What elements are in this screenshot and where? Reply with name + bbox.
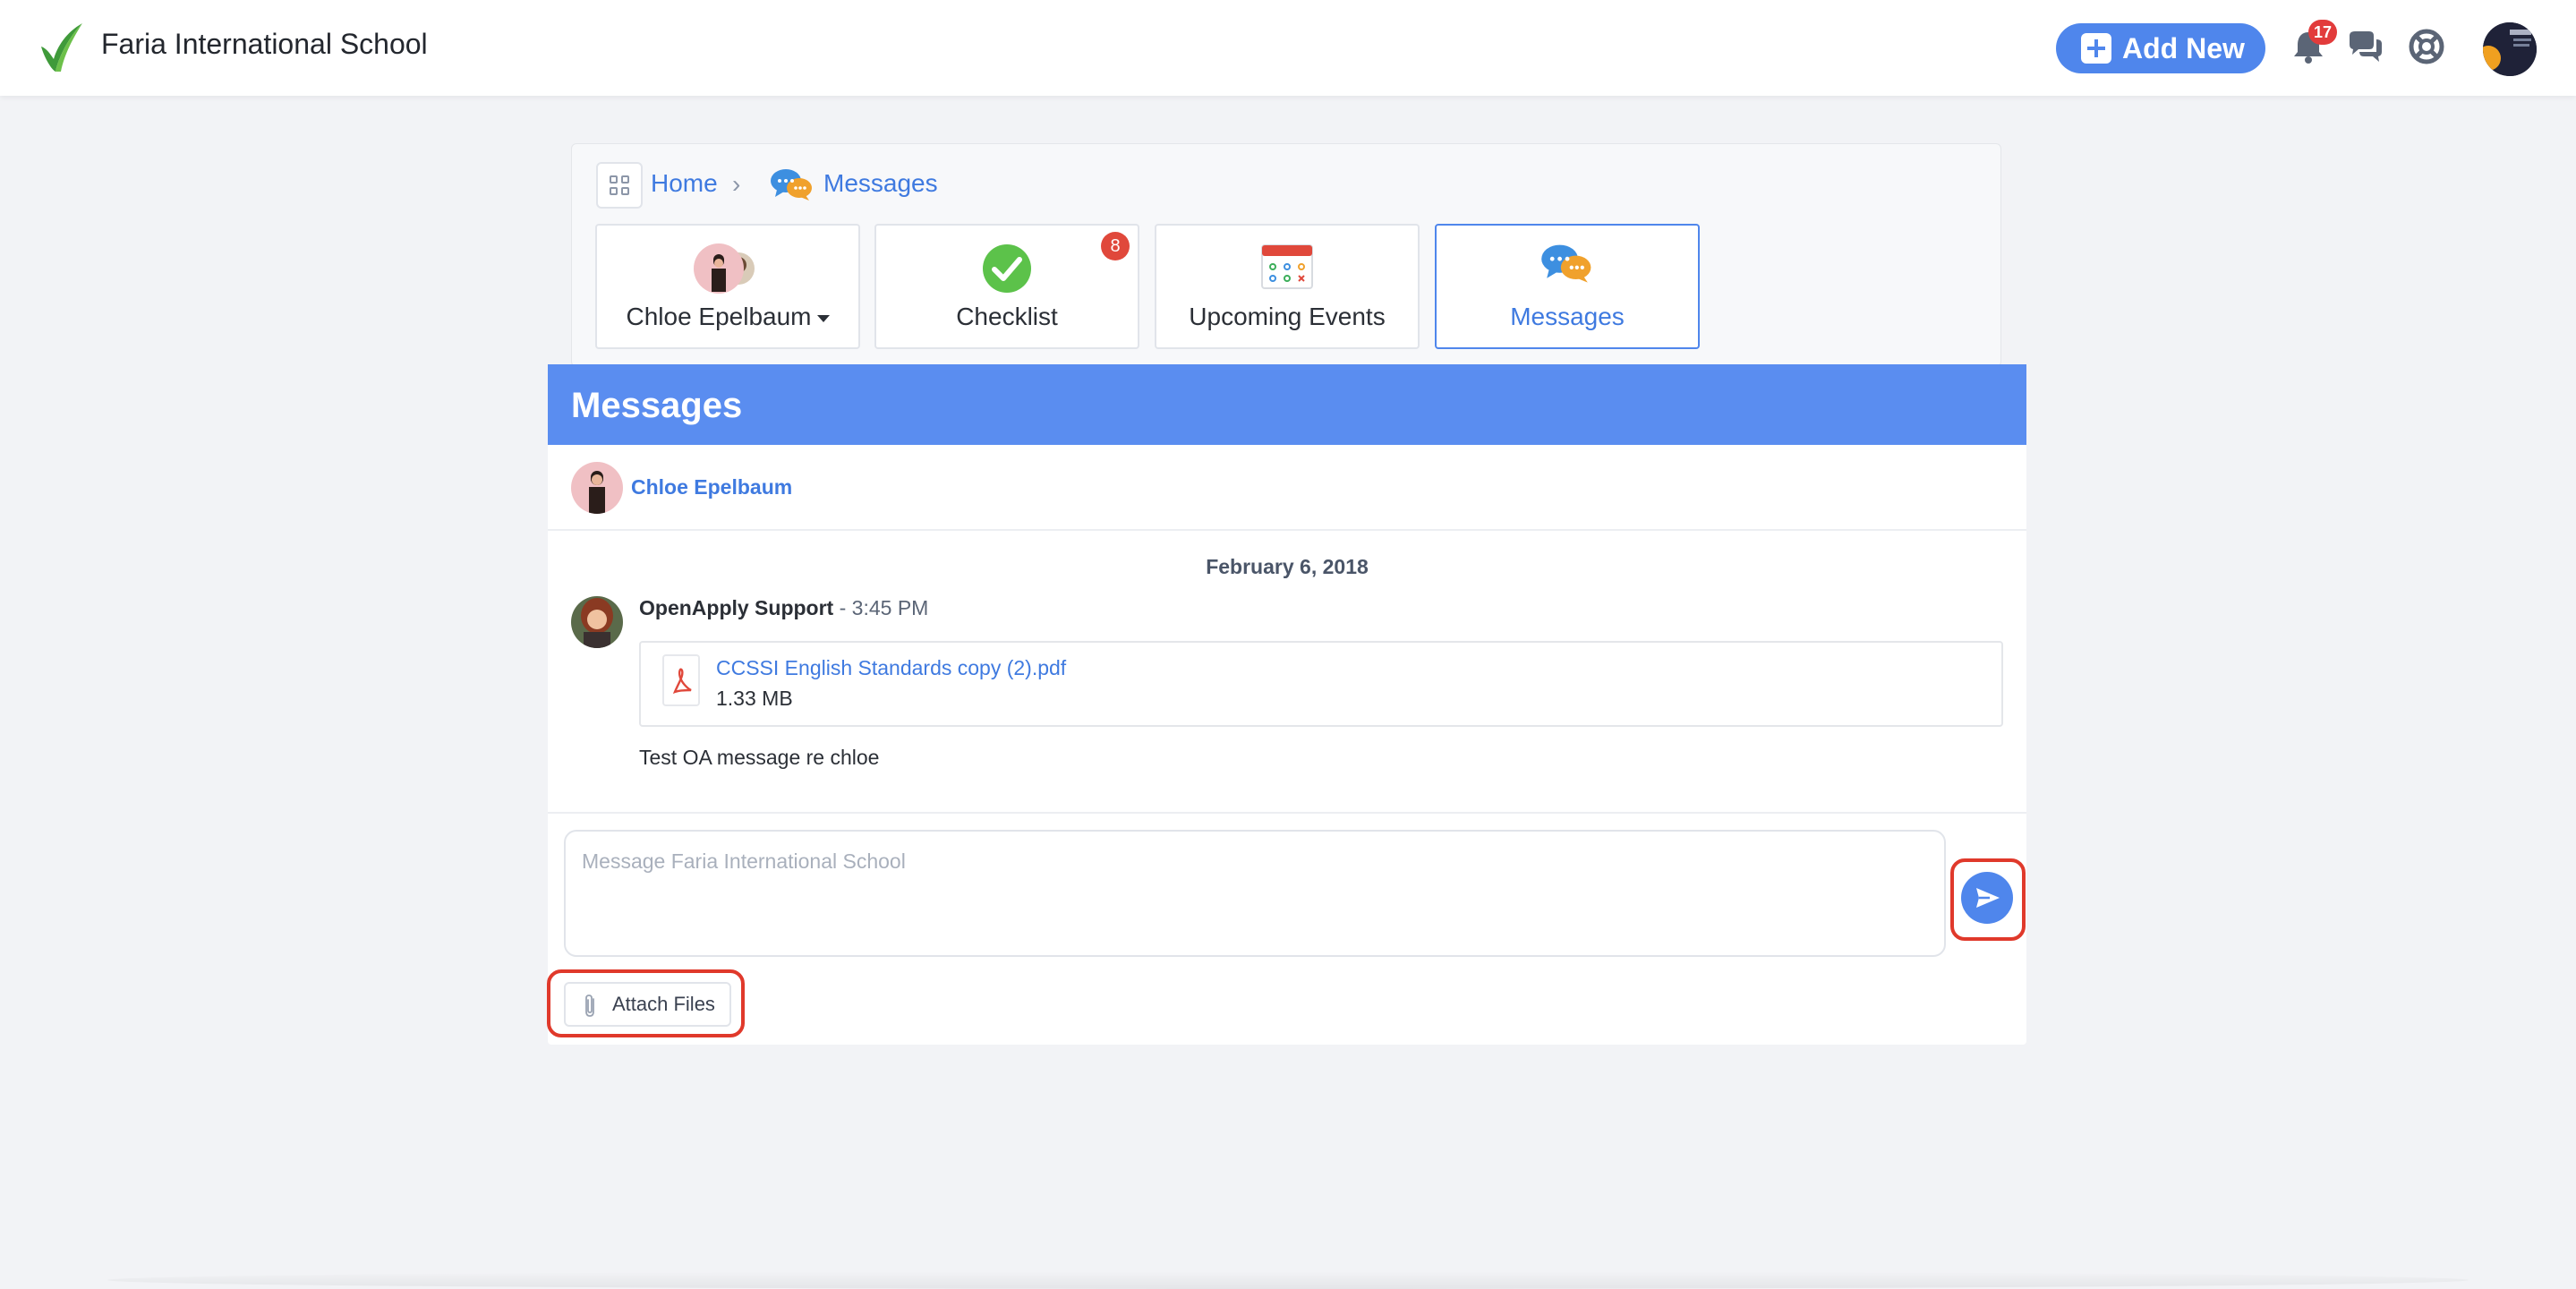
tile-messages[interactable]: Messages [1435,224,1700,349]
message-body: Test OA message re chloe [639,746,880,769]
student-avatar[interactable] [571,462,623,514]
messages-title: Messages [548,364,2026,445]
grid-square [621,187,629,195]
attachment-card[interactable] [639,641,2003,727]
lifebuoy-icon[interactable] [2407,27,2446,66]
tile-label: Checklist [956,303,1058,330]
checklist-count-badge: 8 [1101,232,1130,260]
thread-recipient-name[interactable]: Chloe Epelbaum [631,475,792,499]
notification-count-badge: 17 [2308,20,2337,45]
message-compose-input[interactable] [564,830,1946,957]
apps-grid-icon[interactable] [596,162,643,209]
grid-square [610,187,618,195]
attach-files-label: Attach Files [612,993,715,1015]
user-avatar-image [2483,22,2537,76]
message-time: - 3:45 PM [839,596,929,619]
sender-avatar-image [571,596,623,648]
paperclip-icon [585,994,594,1017]
student-name: Chloe Epelbaum [626,303,812,330]
attachment-filename-link[interactable]: CCSSI English Standards copy (2).pdf [716,656,1066,680]
plus-icon [2081,33,2111,64]
attachment-filesize: 1.33 MB [716,687,793,710]
pdf-file-icon [662,654,700,706]
speech-bubbles-icon [771,169,812,201]
student-avatar-icon [694,243,755,294]
breadcrumb-home[interactable]: Home [651,169,718,198]
sender-avatar [571,596,623,648]
add-new-label: Add New [2122,31,2245,64]
leaf-logo-icon[interactable] [34,20,84,75]
message-date: February 6, 2018 [1206,555,1369,578]
bottom-shadow [107,1271,2469,1289]
tile-checklist[interactable]: Checklist [874,224,1139,349]
message-sender-line: OpenApply Support - 3:45 PM [639,596,928,620]
tile-label: Messages [1510,303,1625,330]
grid-square [621,175,629,184]
check-circle-icon [983,244,1031,293]
calendar-icon [1261,244,1313,289]
breadcrumb-separator: › [732,170,741,198]
send-arrow-icon [1976,888,2000,908]
breadcrumb-current[interactable]: Messages [823,169,938,198]
pdf-symbol [672,668,692,694]
sender-name: OpenApply Support [639,596,834,619]
attach-files-button[interactable]: Attach Files [564,982,731,1027]
dropdown-caret-icon [816,314,830,322]
speech-bubbles-icon [1541,244,1591,283]
school-name[interactable]: Faria International School [101,28,428,61]
chat-icon[interactable] [2346,27,2385,66]
student-avatar-image [571,462,623,514]
divider [548,812,2026,814]
user-avatar[interactable] [2483,22,2537,76]
tile-upcoming-events[interactable]: Upcoming Events [1155,224,1420,349]
tile-student[interactable]: Chloe Epelbaum [595,224,860,349]
add-new-button[interactable]: Add New [2056,23,2265,73]
send-button[interactable] [1961,872,2013,924]
tile-label: Chloe Epelbaum [597,303,858,331]
tile-label: Upcoming Events [1189,303,1386,330]
grid-square [610,175,618,184]
